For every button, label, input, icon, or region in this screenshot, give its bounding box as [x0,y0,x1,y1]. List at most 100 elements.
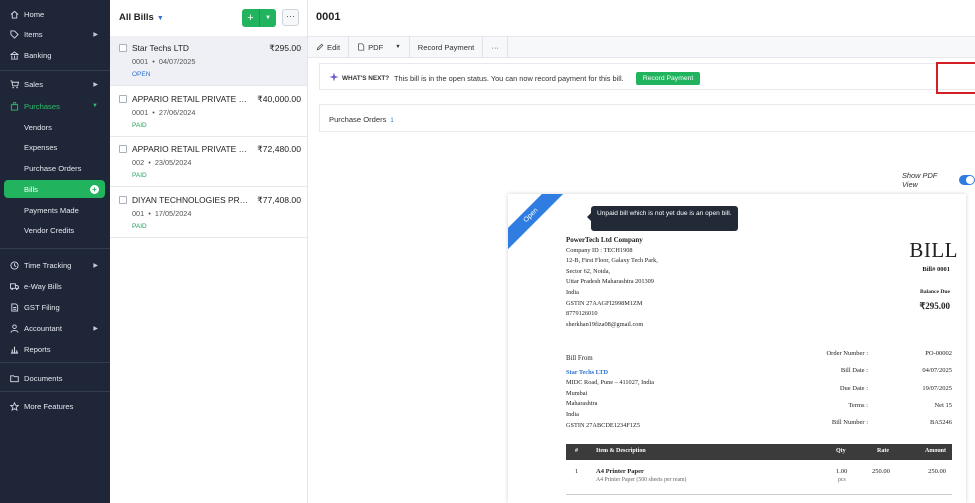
edit-button[interactable]: Edit [308,36,350,58]
sidebar-item-more-features[interactable]: More Features [0,397,110,415]
field-label: Due Date : [839,385,868,392]
person-icon [9,323,19,333]
bill-vendor: APPARIO RETAIL PRIVATE LIMITED [132,144,250,154]
row-checkbox[interactable] [119,196,127,204]
purchase-orders-section[interactable]: Purchase Orders 1 [319,104,975,132]
bill-date: 23/05/2024 [154,158,192,167]
item-name: A4 Printer Paper [596,468,644,475]
list-more-button[interactable]: ··· [282,9,299,26]
sidebar-item-vendor-credits[interactable]: Vendor Credits [0,221,110,239]
bill-status: PAID [132,223,147,230]
new-bill-button[interactable]: + ▼ [242,9,276,27]
vendor-line: Maharashtra [566,400,598,408]
sidebar-item-documents[interactable]: Documents [0,369,110,387]
sidebar-item-home[interactable]: Home [0,5,110,23]
toggle-switch[interactable] [958,175,975,185]
toolbar-more-button[interactable]: ··· [483,36,508,58]
tag-icon [9,29,19,39]
row-checkbox[interactable] [119,95,127,103]
bill-list-panel: All Bills ▼ + ▼ ··· Star Techs LTD ₹295.0… [110,0,308,503]
bill-status: PAID [132,122,147,129]
whats-next-label: WHAT'S NEXT? [342,75,390,82]
sidebar-item-purchase-orders[interactable]: Purchase Orders [0,159,110,177]
chevron-right-icon: ▶ [93,262,98,269]
bill-row[interactable]: APPARIO RETAIL PRIVATE LIMITED ₹40,000.0… [110,87,307,137]
more-label: ··· [491,42,499,52]
bill-amount: ₹77,408.00 [257,195,301,205]
field-label: Order Number : [826,350,868,357]
detail-toolbar: Edit PDF ▼ Record Payment ··· [308,36,975,58]
sidebar-item-expenses[interactable]: Expenses [0,138,110,156]
bill-row[interactable]: DIYAN TECHNOLOGIES PRIVATE LIMITED ₹77,4… [110,188,307,238]
sidebar-item-banking[interactable]: Banking [0,46,110,64]
row-checkbox[interactable] [119,145,127,153]
balance-due-label: Balance Due [920,289,950,295]
item-description: A4 Printer Paper (500 sheets per ream) [596,477,687,483]
sidebar-item-bills[interactable]: Bills + [4,180,105,198]
sidebar-item-label: Purchase Orders [24,163,82,173]
column-header: Qty [836,448,846,454]
document-bill-number: Bill# 0001 [922,266,950,273]
bill-status: OPEN [132,71,151,78]
chevron-down-icon[interactable]: ▼ [260,9,276,27]
bill-row[interactable]: Star Techs LTD ₹295.00 0001 • 04/07/2025… [110,36,307,86]
item-amount: 250.00 [928,468,946,475]
truck-icon [9,281,19,291]
pdf-button[interactable]: PDF ▼ [349,36,410,58]
sidebar-item-label: Items [24,29,43,39]
record-payment-highlight [936,62,975,94]
toolbar-record-payment-button[interactable]: Record Payment [410,36,484,58]
pdf-view-toggle[interactable]: Show PDF View [902,171,975,189]
bill-amount: ₹295.00 [269,43,301,53]
record-payment-button[interactable]: Record Payment [636,72,700,85]
bill-vendor: DIYAN TECHNOLOGIES PRIVATE LIMITED [132,195,250,205]
page-title: 0001 [316,11,341,23]
add-bill-icon[interactable]: + [90,184,99,194]
column-header: # [575,448,578,454]
sidebar-item-label: Sales [24,79,43,89]
bill-meta: 002 • 23/05/2024 [132,158,192,167]
sidebar-divider [0,248,110,249]
bill-meta: 001 • 17/05/2024 [132,209,192,218]
company-line: Uttar Pradesh Maharashtra 201309 [566,278,654,286]
folder-icon [9,373,19,383]
sidebar-item-sales[interactable]: Sales ▶ [0,75,110,93]
list-view-selector[interactable]: All Bills ▼ [119,12,164,23]
sidebar-item-vendors[interactable]: Vendors [0,118,110,136]
edit-label: Edit [327,42,341,52]
company-line: Company ID : TECH1908 [566,246,633,254]
sidebar-item-items[interactable]: Items ▶ [0,25,110,43]
sidebar-item-accountant[interactable]: Accountant ▶ [0,319,110,337]
chevron-right-icon: ▶ [93,31,98,38]
sidebar-item-reports[interactable]: Reports [0,340,110,358]
purchase-orders-count: 1 [390,118,394,124]
field-value: 19/07/2025 [922,385,952,392]
field-label: Bill Date : [840,367,868,374]
table-divider [566,494,952,495]
sidebar-item-payments-made[interactable]: Payments Made [0,201,110,219]
sidebar-item-gst-filing[interactable]: GST Filing [0,298,110,316]
sidebar-item-label: Vendors [24,122,52,132]
sidebar-item-purchases[interactable]: Purchases ▼ [0,97,110,115]
sidebar-item-label: Banking [24,50,52,60]
bill-detail: 0001 Edit PDF ▼ Record Payment ··· WHAT'… [308,0,975,503]
company-line: GSTIN 27AAGFI2998M1ZM [566,299,643,307]
status-tooltip: Unpaid bill which is not yet due is an o… [587,206,738,231]
vendor-name-link[interactable]: Star Techs LTD [566,368,654,379]
star-icon [9,401,19,411]
bill-date: 04/07/2025 [158,57,196,66]
pdf-label: PDF [368,42,384,52]
vendor-line: MIDC Road, Pune – 411027, India [566,379,655,387]
row-checkbox[interactable] [119,44,127,52]
bill-status: PAID [132,172,147,179]
sidebar-item-eway-bills[interactable]: e-Way Bills [0,277,110,295]
bill-amount: ₹40,000.00 [257,94,301,104]
field-label: Terms : [848,402,868,409]
sidebar-item-label: Documents [24,373,63,383]
plus-icon[interactable]: + [242,9,260,27]
field-value: BA5246 [929,419,952,426]
chart-icon [9,344,19,354]
bill-row[interactable]: APPARIO RETAIL PRIVATE LIMITED ₹72,480.0… [110,137,307,187]
sidebar: Home Items ▶ Banking Sales ▶ Purchases ▼… [0,0,110,503]
sidebar-item-time-tracking[interactable]: Time Tracking ▶ [0,256,110,274]
